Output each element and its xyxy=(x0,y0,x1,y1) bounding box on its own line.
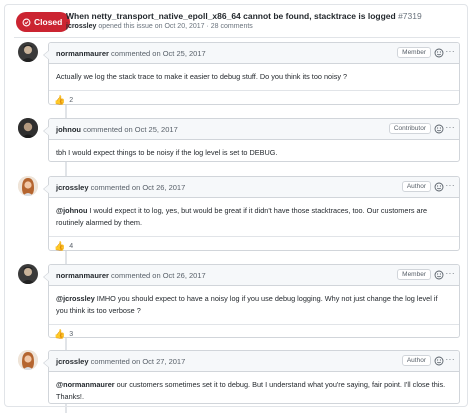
comment-box: normanmaurer commented on Oct 25, 2017 M… xyxy=(43,42,460,105)
author-link[interactable]: johnou xyxy=(56,125,81,134)
reaction-count: 4 xyxy=(69,242,74,250)
role-badge: Author xyxy=(401,355,431,366)
thumbs-up-icon: 👍 xyxy=(54,329,66,339)
status-label: Closed xyxy=(34,17,63,27)
comment-box: jcrossley commented on Oct 26, 2017 Auth… xyxy=(43,176,460,251)
kebab-icon[interactable]: ··· xyxy=(446,123,456,133)
comment-text: IMHO you should expect to have a noisy l… xyxy=(56,294,438,315)
smiley-icon[interactable] xyxy=(434,124,444,134)
kebab-icon[interactable]: ··· xyxy=(446,355,456,365)
comment-timestamp[interactable]: commented on Oct 27, 2017 xyxy=(91,357,186,366)
comment-text: our customers sometimes set it to debug.… xyxy=(56,380,446,401)
avatar[interactable] xyxy=(18,42,38,62)
comment-timestamp[interactable]: commented on Oct 25, 2017 xyxy=(111,49,206,58)
role-badge: Member xyxy=(397,269,431,280)
avatar[interactable] xyxy=(18,118,38,138)
comment-box: normanmaurer commented on Oct 26, 2017 M… xyxy=(43,264,460,339)
reaction-count: 2 xyxy=(69,96,74,104)
reaction-button[interactable]: 👍 3 xyxy=(54,329,73,339)
issue-meta-text: opened this issue on Oct 20, 2017 · 28 c… xyxy=(98,23,253,30)
comment-header: jcrossley commented on Oct 26, 2017 Auth… xyxy=(49,177,459,198)
author-link[interactable]: jcrossley xyxy=(56,357,89,366)
author-link[interactable]: normanmaurer xyxy=(56,271,109,280)
comment-box: jcrossley commented on Oct 27, 2017 Auth… xyxy=(43,350,460,404)
issue-opener-link[interactable]: jcrossley xyxy=(66,23,96,30)
reaction-count: 3 xyxy=(69,330,74,338)
issue-title: When netty_transport_native_epoll_x86_64… xyxy=(66,11,422,21)
kebab-icon[interactable]: ··· xyxy=(446,47,456,57)
comment-header: normanmaurer commented on Oct 26, 2017 M… xyxy=(49,265,459,286)
reaction-row: 👍 4 xyxy=(49,236,459,257)
user-mention[interactable]: @normanmaurer xyxy=(56,380,115,389)
kebab-icon[interactable]: ··· xyxy=(446,269,456,279)
role-badge: Author xyxy=(401,181,431,192)
comment-timestamp[interactable]: commented on Oct 25, 2017 xyxy=(83,125,178,134)
comment-body: @normanmaurer our customers sometimes se… xyxy=(49,372,459,410)
comment-body: @johnou I would expect it to log, yes, b… xyxy=(49,198,459,236)
comment-body: @jcrossley IMHO you should expect to hav… xyxy=(49,286,459,324)
user-mention[interactable]: @johnou xyxy=(56,206,87,215)
issue-header: Closed When netty_transport_native_epoll… xyxy=(16,10,466,38)
comment-timestamp[interactable]: commented on Oct 26, 2017 xyxy=(91,183,186,192)
comment-box: johnou commented on Oct 25, 2017 Contrib… xyxy=(43,118,460,162)
issue-closed-icon xyxy=(22,18,31,26)
comment-text: I would expect it to log, yes, but would… xyxy=(56,206,428,227)
header-divider xyxy=(14,37,460,38)
thumbs-up-icon: 👍 xyxy=(54,241,66,251)
comment-author: normanmaurer commented on Oct 25, 2017 xyxy=(56,49,206,58)
smiley-icon[interactable] xyxy=(434,182,444,192)
comment-body: tbh I would expect things to be noisy if… xyxy=(56,148,278,157)
user-mention[interactable]: @jcrossley xyxy=(56,294,95,303)
smiley-icon[interactable] xyxy=(434,356,444,366)
comment-author: johnou commented on Oct 25, 2017 xyxy=(56,125,178,134)
comment-header: johnou commented on Oct 25, 2017 Contrib… xyxy=(49,119,459,140)
comment-author: jcrossley commented on Oct 26, 2017 xyxy=(56,183,185,192)
comment-author: normanmaurer commented on Oct 26, 2017 xyxy=(56,271,206,280)
issue-number: #7319 xyxy=(398,11,422,21)
comment-header: normanmaurer commented on Oct 25, 2017 M… xyxy=(49,43,459,64)
comment-body: Actually we log the stack trace to make … xyxy=(56,72,348,81)
comment-header: jcrossley commented on Oct 27, 2017 Auth… xyxy=(49,351,459,372)
reaction-row: 👍 2 xyxy=(49,90,459,111)
avatar[interactable] xyxy=(18,176,38,196)
comment-timestamp[interactable]: commented on Oct 26, 2017 xyxy=(111,271,206,280)
thumbs-up-icon: 👍 xyxy=(54,95,66,105)
status-badge: Closed xyxy=(16,12,71,32)
role-badge: Contributor xyxy=(388,123,431,134)
avatar[interactable] xyxy=(18,350,38,370)
issue-meta: jcrossley opened this issue on Oct 20, 2… xyxy=(66,23,253,30)
kebab-icon[interactable]: ··· xyxy=(446,181,456,191)
issue-title-text: When netty_transport_native_epoll_x86_64… xyxy=(66,11,396,21)
comment-author: jcrossley commented on Oct 27, 2017 xyxy=(56,357,185,366)
reaction-button[interactable]: 👍 4 xyxy=(54,241,73,251)
reaction-row: 👍 3 xyxy=(49,324,459,345)
author-link[interactable]: normanmaurer xyxy=(56,49,109,58)
avatar[interactable] xyxy=(18,264,38,284)
author-link[interactable]: jcrossley xyxy=(56,183,89,192)
smiley-icon[interactable] xyxy=(434,270,444,280)
role-badge: Member xyxy=(397,47,431,58)
smiley-icon[interactable] xyxy=(434,48,444,58)
reaction-button[interactable]: 👍 2 xyxy=(54,95,73,105)
